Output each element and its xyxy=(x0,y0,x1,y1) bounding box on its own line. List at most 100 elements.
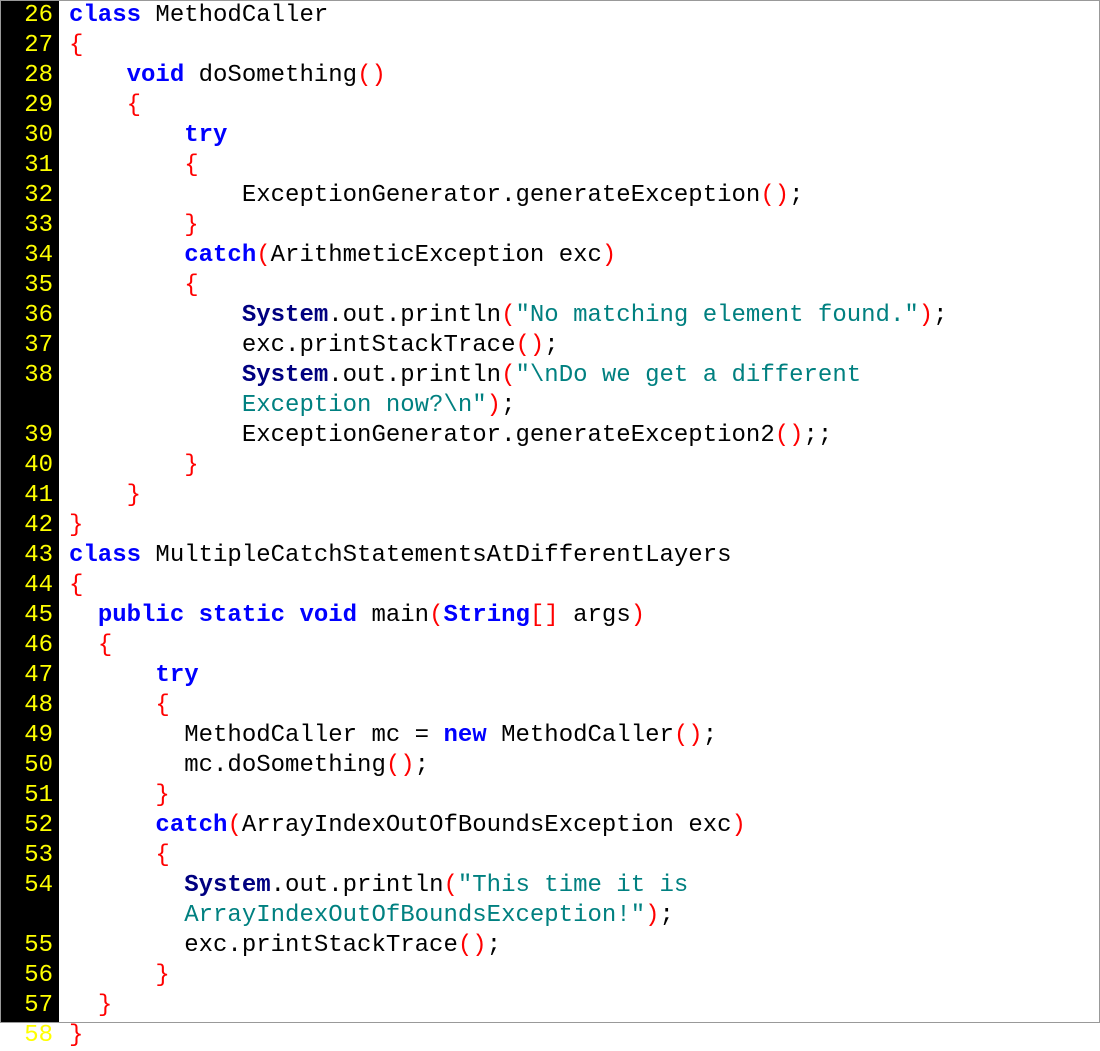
token: catch xyxy=(184,242,256,269)
token: "\nDo we get a different xyxy=(515,362,875,389)
token: { xyxy=(69,572,83,599)
line-number: 45 xyxy=(9,601,53,631)
token: catch xyxy=(155,812,227,839)
code-line[interactable]: MethodCaller mc = new MethodCaller(); xyxy=(69,721,1099,751)
token: () xyxy=(386,752,415,779)
line-number: 49 xyxy=(9,721,53,751)
code-line[interactable]: Exception now?\n"); xyxy=(69,391,1099,421)
token: ( xyxy=(443,872,457,899)
code-line[interactable]: ExceptionGenerator.generateException2();… xyxy=(69,421,1099,451)
code-line[interactable]: } xyxy=(69,511,1099,541)
line-number: 42 xyxy=(9,511,53,541)
token: { xyxy=(155,842,169,869)
token: } xyxy=(155,782,169,809)
token: ) xyxy=(631,602,645,629)
token: System xyxy=(242,362,328,389)
code-line[interactable]: try xyxy=(69,661,1099,691)
code-line[interactable]: { xyxy=(69,151,1099,181)
token xyxy=(69,152,184,179)
token xyxy=(69,962,155,989)
code-line[interactable]: class MultipleCatchStatementsAtDifferent… xyxy=(69,541,1099,571)
token: () xyxy=(458,932,487,959)
token: { xyxy=(184,272,198,299)
line-number: 26 xyxy=(9,1,53,31)
code-line[interactable]: try xyxy=(69,121,1099,151)
token: { xyxy=(98,632,112,659)
code-line[interactable]: { xyxy=(69,841,1099,871)
token xyxy=(69,392,242,419)
token xyxy=(69,992,98,1019)
token: ( xyxy=(501,302,515,329)
token: ( xyxy=(429,602,443,629)
code-line[interactable]: exc.printStackTrace(); xyxy=(69,931,1099,961)
code-line[interactable]: catch(ArithmeticException exc) xyxy=(69,241,1099,271)
token: } xyxy=(98,992,112,1019)
token: "This time it is xyxy=(458,872,703,899)
token: ; xyxy=(544,332,558,359)
token: ExceptionGenerator.generateException2 xyxy=(69,422,775,449)
token: ) xyxy=(919,302,933,329)
code-line[interactable]: } xyxy=(69,991,1099,1021)
token: } xyxy=(69,512,83,539)
code-line[interactable]: System.out.println("This time it is xyxy=(69,871,1099,901)
code-line[interactable]: System.out.println("No matching element … xyxy=(69,301,1099,331)
code-line[interactable]: catch(ArrayIndexOutOfBoundsException exc… xyxy=(69,811,1099,841)
code-line[interactable]: exc.printStackTrace(); xyxy=(69,331,1099,361)
token: ArrayIndexOutOfBoundsException!" xyxy=(184,902,645,929)
token xyxy=(69,122,184,149)
code-line[interactable]: { xyxy=(69,271,1099,301)
code-line[interactable]: { xyxy=(69,91,1099,121)
line-number: 39 xyxy=(9,421,53,451)
code-area[interactable]: class MethodCaller{ void doSomething() {… xyxy=(59,1,1099,1022)
code-line[interactable]: { xyxy=(69,571,1099,601)
code-editor[interactable]: 2627282930313233343536373839404142434445… xyxy=(1,1,1099,1022)
line-number: 31 xyxy=(9,151,53,181)
token: { xyxy=(127,92,141,119)
token: ArrayIndexOutOfBoundsException exc xyxy=(242,812,732,839)
token: new xyxy=(443,722,501,749)
line-number: 56 xyxy=(9,961,53,991)
code-line[interactable]: } xyxy=(69,1021,1099,1051)
token: } xyxy=(127,482,141,509)
token: ExceptionGenerator.generateException xyxy=(69,182,760,209)
token xyxy=(69,782,155,809)
line-number: 58 xyxy=(9,1021,53,1051)
token xyxy=(69,902,184,929)
token: .out.println xyxy=(328,302,501,329)
line-number: 30 xyxy=(9,121,53,151)
code-line[interactable]: ExceptionGenerator.generateException(); xyxy=(69,181,1099,211)
token: } xyxy=(69,1022,83,1049)
token xyxy=(69,242,184,269)
line-number: 48 xyxy=(9,691,53,721)
token: .out.println xyxy=(271,872,444,899)
line-number: 40 xyxy=(9,451,53,481)
token: args xyxy=(559,602,631,629)
token: } xyxy=(184,212,198,239)
code-line[interactable]: } xyxy=(69,451,1099,481)
token: try xyxy=(184,122,227,149)
code-line[interactable]: ArrayIndexOutOfBoundsException!"); xyxy=(69,901,1099,931)
code-line[interactable]: mc.doSomething(); xyxy=(69,751,1099,781)
code-line[interactable]: public static void main(String[] args) xyxy=(69,601,1099,631)
token: mc.doSomething xyxy=(69,752,386,779)
code-line[interactable]: } xyxy=(69,211,1099,241)
token: class xyxy=(69,542,155,569)
token xyxy=(69,362,242,389)
token: { xyxy=(155,692,169,719)
token: .out.println xyxy=(328,362,501,389)
code-line[interactable]: { xyxy=(69,31,1099,61)
code-line[interactable]: { xyxy=(69,691,1099,721)
token: MethodCaller mc = xyxy=(69,722,443,749)
token: [] xyxy=(530,602,559,629)
code-line[interactable]: { xyxy=(69,631,1099,661)
token: String xyxy=(443,602,529,629)
code-line[interactable]: } xyxy=(69,481,1099,511)
token: } xyxy=(155,962,169,989)
code-line[interactable]: System.out.println("\nDo we get a differ… xyxy=(69,361,1099,391)
code-line[interactable]: void doSomething() xyxy=(69,61,1099,91)
code-line[interactable]: } xyxy=(69,781,1099,811)
code-line[interactable]: } xyxy=(69,961,1099,991)
line-number xyxy=(9,901,53,931)
code-line[interactable]: class MethodCaller xyxy=(69,1,1099,31)
token: public static void xyxy=(98,602,372,629)
